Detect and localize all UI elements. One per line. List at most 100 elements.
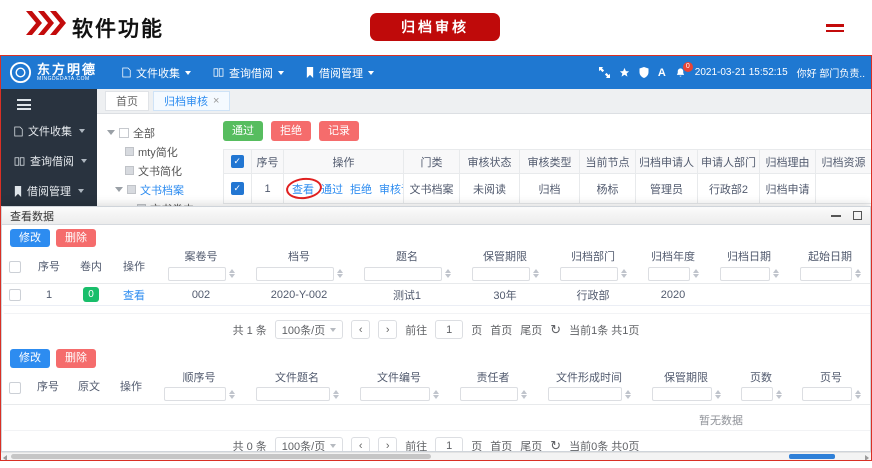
filter-input[interactable] (648, 267, 690, 281)
next-page-button[interactable] (378, 320, 397, 339)
sort-icon[interactable] (333, 390, 339, 399)
filter-input[interactable] (548, 387, 622, 401)
view-link[interactable]: 查看 (292, 181, 314, 197)
volume-count-badge[interactable]: 0 (83, 287, 99, 302)
pass-button[interactable]: 通过 (223, 121, 263, 141)
page-size-select[interactable]: 100条/页 (275, 437, 343, 452)
maximize-icon[interactable] (853, 211, 862, 220)
sidebar-item-label: 文件收集 (28, 123, 72, 139)
sort-icon[interactable] (773, 269, 779, 278)
sort-icon[interactable] (521, 390, 527, 399)
row-checkbox[interactable] (9, 289, 21, 301)
shield-icon[interactable] (639, 67, 649, 78)
sidebar-item-query-borrow[interactable]: 查询借阅 (1, 146, 97, 176)
tree-node-root[interactable]: 全部 (107, 123, 219, 142)
review-record-link[interactable]: 审核记录 (379, 181, 404, 197)
filter-input[interactable] (256, 267, 334, 281)
tab-archive-review[interactable]: 归档审核 (153, 91, 230, 111)
sort-icon[interactable] (855, 390, 861, 399)
tab-bar: 首页 归档审核 (97, 89, 871, 114)
nav-item-borrow-manage[interactable]: 借阅管理 (295, 56, 385, 89)
column-header: 归档部门 (571, 251, 615, 264)
font-size-icon[interactable]: A (658, 67, 666, 79)
sort-icon[interactable] (229, 269, 235, 278)
sort-icon[interactable] (621, 269, 627, 278)
last-page-link[interactable]: 尾页 (520, 322, 542, 338)
sort-icon[interactable] (533, 269, 539, 278)
tree-node[interactable]: mty简化 (125, 142, 219, 161)
cell-status: 未阅读 (460, 174, 520, 204)
sort-icon[interactable] (715, 390, 721, 399)
chevron-right-icon (386, 440, 390, 452)
select-all-checkbox[interactable] (9, 261, 21, 273)
edit-button[interactable]: 修改 (10, 229, 50, 247)
filter-input[interactable] (364, 267, 442, 281)
refresh-icon[interactable] (550, 322, 561, 338)
goto-page-input[interactable] (435, 320, 463, 339)
sort-icon[interactable] (229, 390, 235, 399)
sidebar-item-borrow-manage[interactable]: 借阅管理 (1, 176, 97, 206)
sort-icon[interactable] (337, 269, 343, 278)
next-page-button[interactable] (378, 437, 397, 452)
filter-input[interactable] (460, 387, 518, 401)
sort-icon[interactable] (445, 269, 451, 278)
prev-page-button[interactable] (351, 320, 370, 339)
caret-down-icon[interactable] (107, 130, 115, 135)
filter-input[interactable] (741, 387, 773, 401)
sort-icon[interactable] (776, 390, 782, 399)
scrollbar-thumb[interactable] (11, 454, 431, 459)
minimize-icon[interactable] (831, 215, 841, 217)
checkbox[interactable] (119, 128, 129, 138)
caret-down-icon[interactable] (115, 187, 123, 192)
user-greeting[interactable]: 你好 部门负责.. (797, 65, 865, 80)
delete-button[interactable]: 删除 (56, 349, 96, 367)
star-icon[interactable] (619, 67, 630, 78)
record-button[interactable]: 记录 (319, 121, 359, 141)
first-page-link[interactable]: 首页 (490, 438, 512, 452)
reject-link[interactable]: 拒绝 (350, 181, 372, 197)
last-page-link[interactable]: 尾页 (520, 438, 542, 452)
filter-input[interactable] (472, 267, 530, 281)
sort-icon[interactable] (693, 269, 699, 278)
close-icon[interactable] (213, 95, 219, 107)
select-all-checkbox[interactable] (231, 155, 244, 168)
nav-item-file-collect[interactable]: 文件收集 (111, 56, 202, 89)
filter-input[interactable] (168, 267, 226, 281)
filter-input[interactable] (164, 387, 226, 401)
tab-home[interactable]: 首页 (105, 91, 149, 111)
edit-button[interactable]: 修改 (10, 349, 50, 367)
sort-icon[interactable] (433, 390, 439, 399)
menu-icon[interactable] (826, 24, 844, 35)
filter-input[interactable] (720, 267, 770, 281)
first-page-link[interactable]: 首页 (490, 322, 512, 338)
row-checkbox[interactable] (231, 182, 244, 195)
prev-page-button[interactable] (351, 437, 370, 452)
filter-input[interactable] (802, 387, 852, 401)
page-size-select[interactable]: 100条/页 (275, 320, 343, 339)
tree-node-selected[interactable]: 文书档案 (115, 180, 219, 199)
filter-input[interactable] (652, 387, 712, 401)
sort-icon[interactable] (625, 390, 631, 399)
goto-page-input[interactable] (435, 437, 463, 452)
scroll-left-icon[interactable] (3, 455, 7, 461)
nav-item-query-borrow[interactable]: 查询借阅 (202, 56, 295, 89)
delete-button[interactable]: 删除 (56, 229, 96, 247)
filter-input[interactable] (560, 267, 618, 281)
scroll-right-icon[interactable] (865, 455, 869, 461)
filter-input[interactable] (256, 387, 330, 401)
filter-input[interactable] (360, 387, 430, 401)
fullscreen-icon[interactable] (599, 67, 610, 78)
refresh-icon[interactable] (550, 438, 561, 452)
sort-icon[interactable] (855, 269, 861, 278)
reject-button[interactable]: 拒绝 (271, 121, 311, 141)
bell-icon[interactable]: 0 (675, 67, 686, 79)
horizontal-scrollbar[interactable] (1, 452, 871, 460)
select-all-checkbox[interactable] (9, 382, 21, 394)
cell-retention: 30年 (461, 284, 549, 305)
view-link[interactable]: 查看 (123, 287, 145, 303)
filter-input[interactable] (800, 267, 852, 281)
tree-node[interactable]: 文书简化 (125, 161, 219, 180)
hamburger-icon[interactable] (17, 99, 31, 110)
pass-link[interactable]: 通过 (321, 181, 343, 197)
sidebar-item-file-collect[interactable]: 文件收集 (1, 116, 97, 146)
